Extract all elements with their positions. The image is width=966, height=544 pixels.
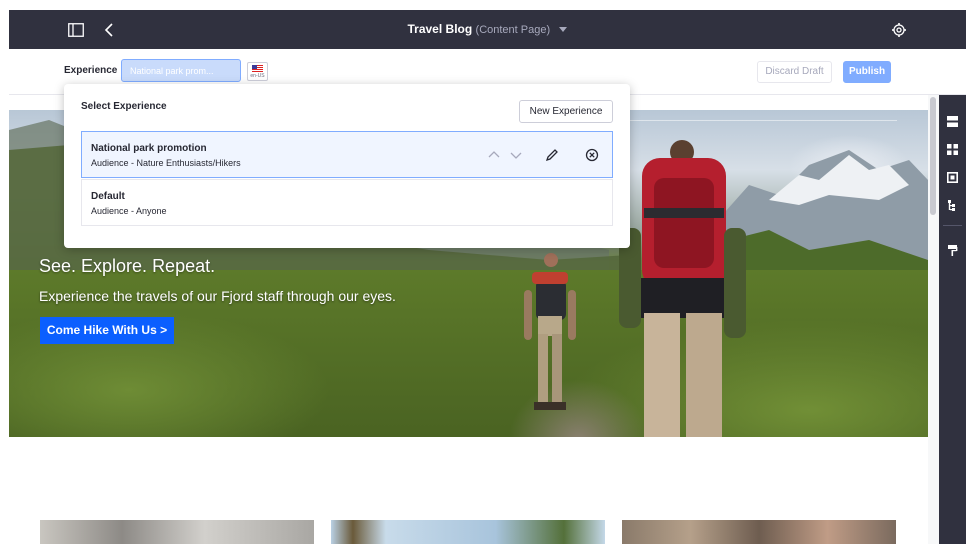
experience-label: Experience [64,65,118,76]
remove-circle-icon[interactable] [585,148,599,162]
hero-subtitle: Experience the travels of our Fjord staf… [39,288,396,304]
scrollbar-thumb[interactable] [930,97,936,215]
card-image-3[interactable] [622,520,896,544]
page-structure-icon[interactable] [947,198,958,211]
move-up-icon[interactable] [487,148,501,162]
hero-frame-line [629,120,897,121]
locale-button[interactable]: en-US [247,62,268,81]
publish-button[interactable]: Publish [843,61,891,83]
sidebar-divider [943,225,962,226]
experience-item-national-park[interactable]: National park promotion Audience - Natur… [81,131,613,178]
page-title[interactable]: Travel Blog (Content Page) [9,22,966,36]
chevron-down-icon[interactable] [559,27,568,33]
experience-item-name: Default [91,191,125,202]
experience-item-name: National park promotion [91,143,207,154]
page-subtitle: (Content Page) [475,24,551,36]
card-image-1[interactable] [40,520,314,544]
locale-label: en-US [250,73,265,79]
experience-select[interactable]: National park prom... [121,59,241,82]
experience-item-audience: Audience - Nature Enthusiasts/Hikers [91,158,241,168]
hiker-near [619,140,746,437]
experience-item-audience: Audience - Anyone [91,206,167,216]
discard-draft-button[interactable]: Discard Draft [757,61,832,83]
come-hike-button[interactable]: Come Hike With Us > [40,317,174,344]
widgets-grid-icon[interactable] [947,142,958,155]
experience-item-default[interactable]: Default Audience - Anyone [81,179,613,226]
hero-title: See. Explore. Repeat. [39,256,216,276]
card-image-2[interactable] [331,520,605,544]
paint-roller-icon[interactable] [947,243,958,256]
page-title-text: Travel Blog [407,22,473,36]
right-sidebar [939,95,966,544]
top-bar: Travel Blog (Content Page) [9,10,966,49]
pencil-icon[interactable] [545,148,559,162]
new-experience-button[interactable]: New Experience [519,100,613,123]
move-down-icon[interactable] [509,148,523,162]
gear-icon[interactable] [889,20,909,40]
hiker-far [524,253,576,410]
fragments-icon[interactable] [947,114,958,127]
content-icon[interactable] [947,170,958,183]
select-experience-dropdown: Select Experience New Experience Nationa… [64,84,630,248]
us-flag-icon [252,65,263,72]
dropdown-title: Select Experience [81,101,167,112]
